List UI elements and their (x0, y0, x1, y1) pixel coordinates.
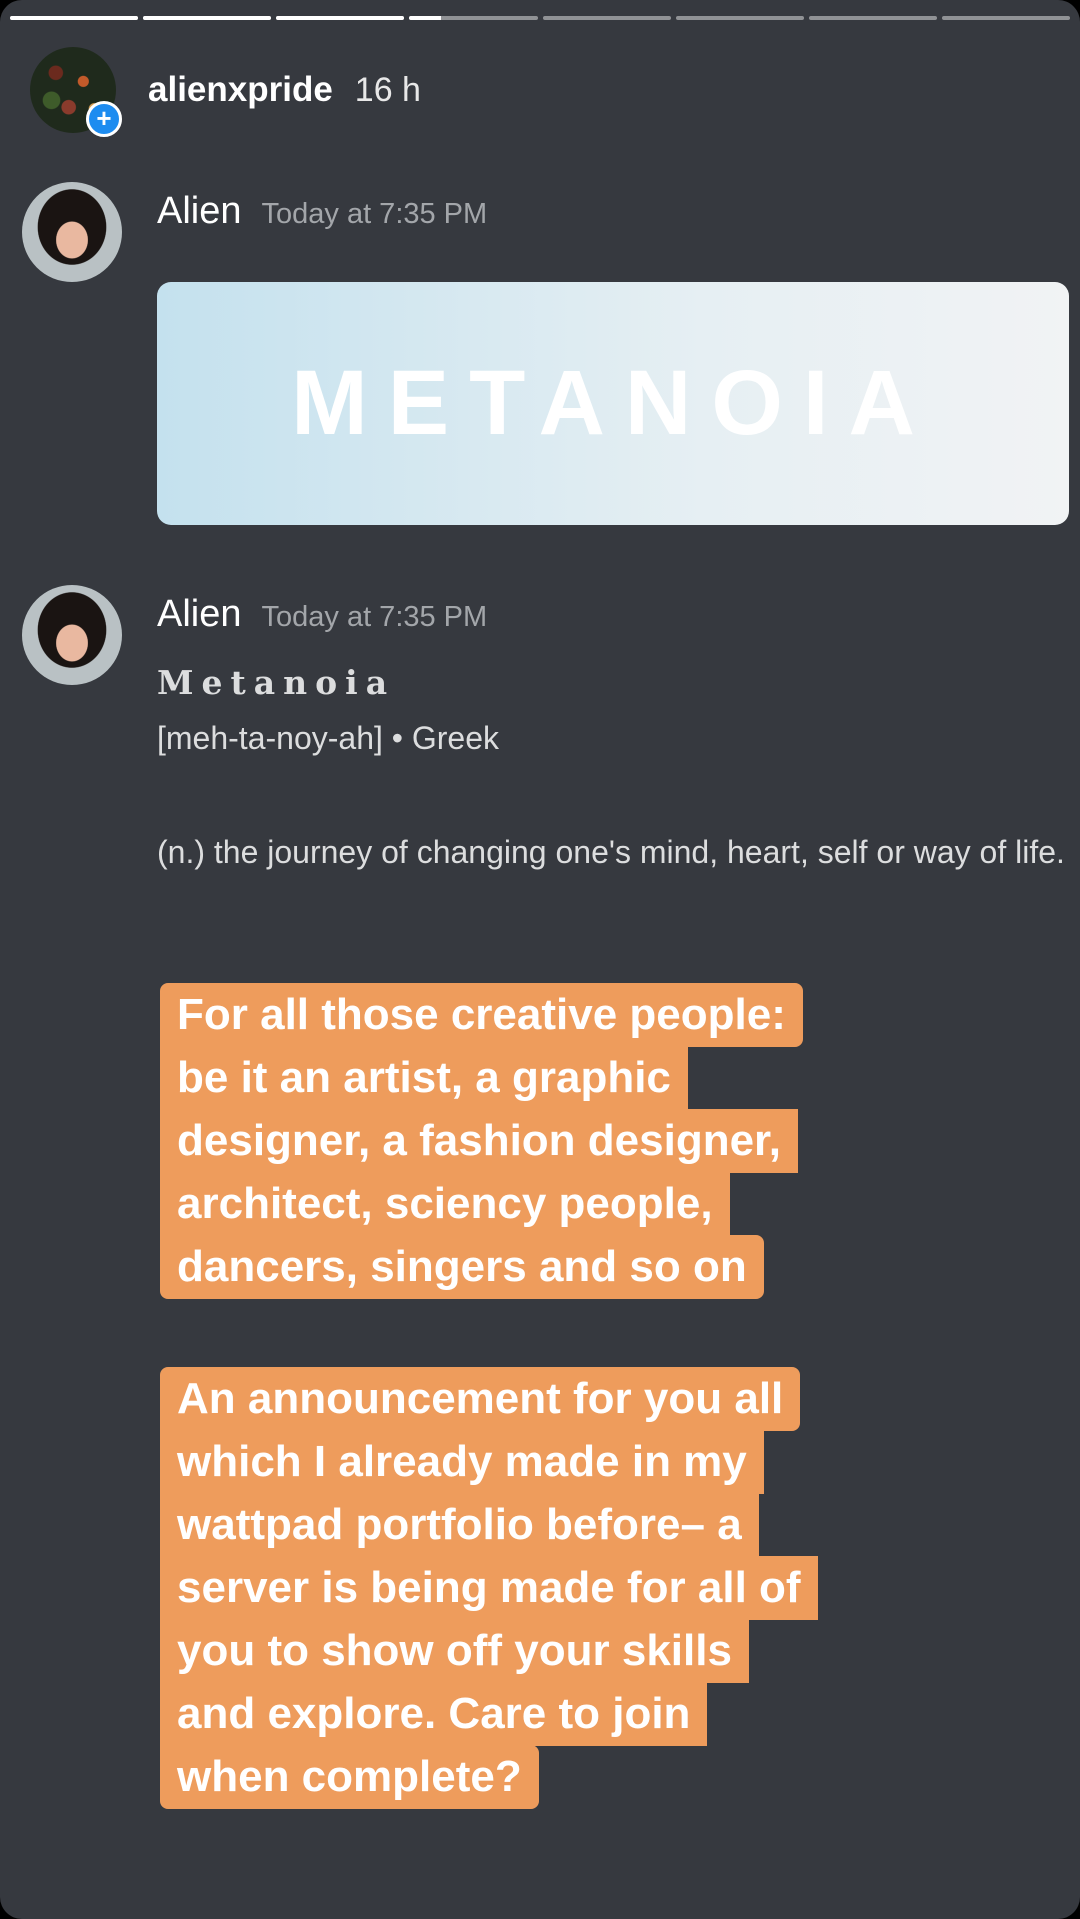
sticker-line: For all those creative people: (160, 983, 803, 1047)
progress-segment (143, 16, 272, 20)
progress-segment (542, 16, 671, 20)
progress-segment (409, 16, 538, 20)
story-frame[interactable]: + alienxpride 16 h Alien Today at 7:35 P… (0, 0, 1080, 1919)
sticker-line: server is being made for all of (160, 1556, 818, 1620)
sticker-line: wattpad portfolio before– a (160, 1493, 759, 1557)
message-timestamp: Today at 7:35 PM (261, 601, 488, 633)
author-name: Alien (157, 190, 242, 232)
progress-segment (675, 16, 804, 20)
message-timestamp: Today at 7:35 PM (261, 198, 488, 230)
progress-segment (808, 16, 937, 20)
story-header: + alienxpride 16 h (30, 45, 421, 137)
banner-text: METANOIA (291, 352, 935, 454)
story-progress-bar (10, 16, 1070, 21)
definition: (n.) the journey of changing one's mind,… (157, 834, 1065, 870)
story-time: 16 h (354, 70, 421, 109)
text-sticker-creative-people[interactable]: For all those creative people: be it an … (160, 983, 803, 1299)
add-story-icon[interactable]: + (86, 101, 122, 137)
sticker-line: and explore. Care to join (160, 1682, 708, 1746)
sticker-line: An announcement for you all (160, 1367, 801, 1431)
sticker-line: which I already made in my (160, 1430, 764, 1494)
sticker-line: designer, a fashion designer, (160, 1109, 798, 1173)
sticker-line: when complete? (160, 1745, 539, 1809)
sticker-line: dancers, singers and so on (160, 1235, 764, 1299)
story-username[interactable]: alienxpride (148, 70, 333, 110)
sticker-line: you to show off your skills (160, 1619, 749, 1683)
message-2: Alien Today at 7:35 PM Metanoia [meh-ta-… (22, 585, 1070, 945)
metanoia-banner-image: METANOIA (157, 282, 1069, 525)
pronunciation: [meh-ta-noy-ah] • Greek (157, 720, 499, 756)
sticker-line: architect, sciency people, (160, 1172, 730, 1236)
author-name: Alien (157, 593, 242, 635)
word-title: Metanoia (157, 663, 396, 702)
message-1: Alien Today at 7:35 PM METANOIA (22, 182, 1070, 542)
author-avatar (22, 585, 122, 685)
story-avatar[interactable]: + (30, 47, 122, 137)
author-avatar (22, 182, 122, 282)
sticker-line: be it an artist, a graphic (160, 1046, 688, 1110)
progress-segment (10, 16, 139, 20)
progress-segment (941, 16, 1070, 20)
text-sticker-announcement[interactable]: An announcement for you all which I alre… (160, 1367, 818, 1809)
progress-segment (276, 16, 405, 20)
